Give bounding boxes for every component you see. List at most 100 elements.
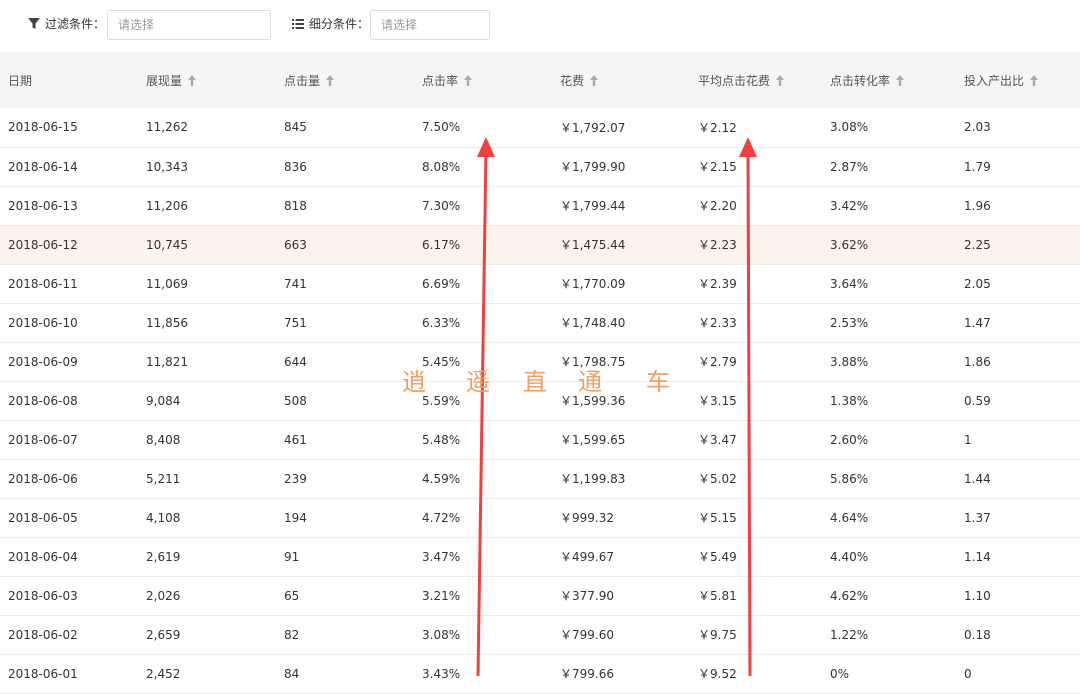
table-cell: 3.43% [422,666,461,681]
table-cell: ￥2.39 [698,277,737,291]
table-cell: 6.69% [422,276,461,291]
table-row: 2018-06-14 10,343 836 8.08% ￥1,799.90 ￥2.15 2.… [0,147,1080,186]
table-cell: 2,452 [146,666,181,681]
table-cell: 11,821 [146,354,188,369]
watermark-char: 直 [523,368,547,396]
column-header-label: 花费 [560,73,585,88]
table-cell: ￥9.75 [698,628,737,642]
table-cell: ￥499.67 [560,550,614,564]
table-cell: 194 [284,510,307,525]
table-cell: 6.33% [422,315,461,330]
table-cell: 239 [284,471,307,486]
table-cell: ￥2.20 [698,199,737,213]
table-row: 2018-06-04 2,619 91 3.47% ￥499.67 ￥5.49 4.40% 1… [0,537,1080,576]
column-header[interactable]: 投入产出比 [956,52,1080,108]
table-cell: 836 [284,159,307,174]
table-cell: 2,659 [146,627,181,642]
column-header[interactable]: 点击量 [276,52,414,108]
table-cell: 4.62% [830,588,869,603]
table-cell: 461 [284,432,307,447]
table-cell: 2018-06-03 [8,588,78,603]
table-row: 2018-06-15 11,262 845 7.50% ￥1,792.07 ￥2.12 3.… [0,108,1080,147]
table-row: 2018-06-12 10,745 663 6.17% ￥1,475.44 ￥2.23 3.… [0,225,1080,264]
table-cell: 3.21% [422,588,461,603]
table-cell: ￥3.15 [698,394,737,408]
sort-up-arrow-icon[interactable] [464,74,473,89]
column-header-label: 投入产出比 [964,73,1025,88]
table-cell: 2018-06-13 [8,198,78,213]
table-cell: 1.47 [964,315,991,330]
table-cell: 1.10 [964,588,991,603]
table-cell: ￥2.79 [698,355,737,369]
table-cell: ￥377.90 [560,589,614,603]
table-cell: 4.59% [422,471,461,486]
table-cell: ￥1,748.40 [560,316,626,330]
table-cell: 2.87% [830,159,869,174]
sort-up-arrow-icon[interactable] [326,74,335,89]
sort-up-arrow-icon[interactable] [1030,74,1039,89]
table-row: 2018-06-05 4,108 194 4.72% ￥999.32 ￥5.15 4.64%… [0,498,1080,537]
watermark-char: 通 [578,368,602,396]
table-cell: ￥799.60 [560,628,614,642]
table-cell: 9,084 [146,393,181,408]
sort-up-arrow-icon[interactable] [188,74,197,89]
segment-label: 细分条件： [292,15,369,32]
table-cell: 11,206 [146,198,188,213]
column-header[interactable]: 展现量 [138,52,276,108]
column-header-label: 平均点击花费 [698,73,771,88]
table-cell: 3.08% [422,627,461,642]
table-cell: ￥999.32 [560,511,614,525]
table-cell: 3.64% [830,276,869,291]
column-header[interactable]: 平均点击花费 [690,52,822,108]
table-cell: ￥1,799.90 [560,160,626,174]
table-cell: ￥5.02 [698,472,737,486]
column-header[interactable]: 点击率 [414,52,552,108]
table-row: 2018-06-02 2,659 82 3.08% ￥799.60 ￥9.75 1.22% 0… [0,615,1080,654]
watermark-char: 车 [646,368,670,396]
filter-label-text: 过滤条件： [45,17,106,31]
table-cell: 3.47% [422,549,461,564]
table-row: 2018-06-01 2,452 84 3.43% ￥799.66 ￥9.52 0% 0 [0,654,1080,693]
table-cell: 3.88% [830,354,869,369]
table-cell: 2018-06-07 [8,432,78,447]
table-row: 2018-06-03 2,026 65 3.21% ￥377.90 ￥5.81 4.62% 1… [0,576,1080,615]
column-header-label: 展现量 [146,73,183,88]
table-cell: 5,211 [146,471,181,486]
table-cell: 0.18 [964,627,991,642]
table-cell: ￥9.52 [698,667,737,681]
table-cell: 1.14 [964,549,991,564]
table-cell: ￥2.12 [698,120,737,135]
table-cell: 2.05 [964,276,991,291]
filter-select-placeholder: 请选择 [118,18,155,32]
table-cell: 2018-06-05 [8,510,78,525]
table-cell: 82 [284,627,300,642]
column-header[interactable]: 点击转化率 [822,52,956,108]
sort-up-arrow-icon[interactable] [776,74,785,89]
table-cell: 11,856 [146,315,188,330]
table-cell: ￥5.81 [698,589,737,603]
table-cell: ￥3.47 [698,433,737,447]
table-row: 2018-06-06 5,211 239 4.59% ￥1,199.83 ￥5.02 5.8… [0,459,1080,498]
table-cell: 11,262 [146,120,188,135]
table-cell: 1.37 [964,510,991,525]
column-header[interactable]: 花费 [552,52,690,108]
table-cell: 1.44 [964,471,991,486]
watermark-char: 遥 [466,368,490,396]
table-cell: 91 [284,549,300,564]
table-cell: 7.50% [422,120,461,135]
sort-up-arrow-icon[interactable] [896,74,905,89]
table-cell: 1.38% [830,393,869,408]
table-cell: ￥1,199.83 [560,472,626,486]
table-cell: 3.42% [830,198,869,213]
table-cell: 11,069 [146,276,188,291]
table-row: 2018-06-10 11,856 751 6.33% ￥1,748.40 ￥2.33 2.… [0,303,1080,342]
sort-up-arrow-icon[interactable] [590,74,599,89]
table-cell: ￥5.49 [698,550,737,564]
column-header-label: 点击量 [284,73,321,88]
table-cell: 10,343 [146,159,188,174]
table-cell: 7.30% [422,198,461,213]
filter-select[interactable]: 请选择 [107,10,271,40]
segment-select[interactable]: 请选择 [370,10,490,40]
table-cell: 4.40% [830,549,869,564]
table-cell: 2018-06-06 [8,471,78,486]
